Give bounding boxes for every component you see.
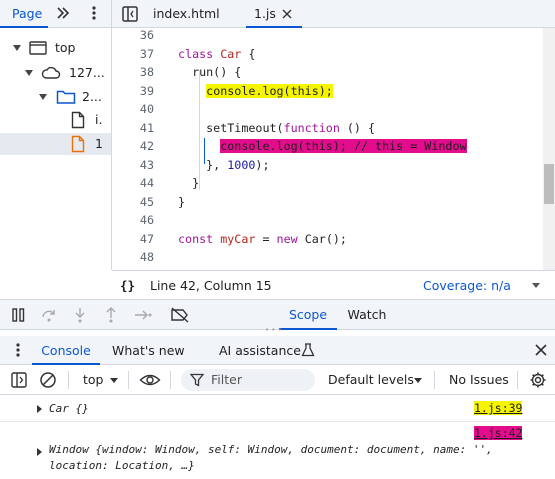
code-line: class Car { bbox=[178, 46, 256, 61]
code-line: console.log(this); bbox=[206, 83, 333, 98]
code-line: }, 1000); bbox=[178, 157, 270, 172]
line-number[interactable]: 44 bbox=[112, 176, 154, 190]
tab-ai-assistance[interactable]: AI assistance bbox=[219, 336, 301, 365]
drawer-menu-icon[interactable] bbox=[10, 342, 26, 361]
log-levels-dropdown[interactable]: Default levels bbox=[328, 372, 414, 387]
console-toolbar: top Filter Default levels No Issues bbox=[0, 365, 555, 395]
line-number[interactable]: 47 bbox=[112, 232, 154, 246]
chevron-down-icon[interactable] bbox=[532, 283, 540, 288]
tree-item-label: 127... bbox=[69, 65, 105, 80]
resize-grip-icon[interactable]: • • • bbox=[265, 326, 282, 334]
scrollbar-thumb[interactable] bbox=[544, 164, 554, 204]
issues-button[interactable]: No Issues bbox=[449, 372, 509, 387]
tab-index-html[interactable]: index.html bbox=[153, 0, 220, 28]
filter-placeholder: Filter bbox=[211, 372, 242, 387]
expand-arrow-icon bbox=[39, 94, 47, 100]
close-drawer-icon[interactable] bbox=[533, 342, 549, 361]
tab-scope[interactable]: Scope bbox=[279, 300, 337, 330]
toolbar-divider bbox=[128, 371, 129, 389]
step-over-icon[interactable] bbox=[40, 306, 58, 327]
line-number[interactable]: 48 bbox=[112, 250, 154, 264]
tree-item-label: i. bbox=[95, 112, 103, 127]
expand-arrow-icon[interactable] bbox=[37, 405, 42, 413]
tree-item-label: top bbox=[55, 40, 76, 55]
deactivate-breakpoints-icon[interactable] bbox=[170, 306, 190, 327]
code-line: run() { bbox=[178, 65, 242, 79]
coverage-link[interactable]: Coverage: n/a bbox=[423, 278, 511, 293]
line-number[interactable]: 38 bbox=[112, 65, 154, 79]
cloud-icon bbox=[41, 65, 61, 88]
debugger-toolbar: Scope Watch • • • bbox=[0, 299, 555, 334]
line-number[interactable]: 36 bbox=[112, 28, 154, 42]
expand-arrow-icon bbox=[25, 70, 33, 76]
toolbar-divider bbox=[170, 371, 171, 389]
message-text: Car {} bbox=[49, 402, 89, 415]
kebab-menu-icon[interactable] bbox=[86, 5, 102, 24]
chevron-down-icon[interactable] bbox=[414, 378, 422, 383]
tree-item-host[interactable]: 127... bbox=[0, 62, 111, 84]
drawer-tab-bar: Console What's new AI assistance bbox=[0, 336, 555, 365]
line-number[interactable]: 43 bbox=[112, 158, 154, 172]
message-divider bbox=[0, 421, 555, 422]
toggle-navigator-icon[interactable] bbox=[121, 5, 139, 26]
tree-item-folder[interactable]: 2... bbox=[0, 86, 111, 108]
tree-item-top[interactable]: top bbox=[0, 37, 111, 59]
clear-console-icon[interactable] bbox=[39, 371, 57, 392]
step-out-icon[interactable] bbox=[102, 306, 120, 327]
toolbar-divider bbox=[434, 371, 435, 389]
code-line: } bbox=[178, 194, 186, 209]
pretty-print-button[interactable]: {} bbox=[120, 278, 135, 293]
tab-console[interactable]: Console bbox=[32, 336, 100, 365]
frame-icon bbox=[29, 40, 47, 63]
tab-1-js-label: 1.js bbox=[254, 6, 276, 21]
code-line: } bbox=[178, 176, 200, 190]
cursor-position: Line 42, Column 15 bbox=[150, 278, 272, 293]
line-number[interactable]: 42 bbox=[112, 139, 154, 153]
message-text: Window {window: Window, self: Window, do… bbox=[49, 443, 493, 456]
editor-status-bar: {} Line 42, Column 15 Coverage: n/a bbox=[112, 270, 555, 299]
filter-input[interactable]: Filter bbox=[181, 369, 315, 391]
code-line: setTimeout(function () { bbox=[178, 120, 376, 135]
console-output: Car {} 1.js:39 1.js:42 Window {window: W… bbox=[0, 396, 555, 479]
line-number[interactable]: 40 bbox=[112, 102, 154, 116]
tree-item-label: 1 bbox=[95, 136, 103, 151]
message-text: location: Location, …} bbox=[49, 459, 195, 472]
step-into-icon[interactable] bbox=[71, 306, 89, 327]
eye-icon[interactable] bbox=[139, 371, 161, 392]
top-tab-bar: Page index.html 1.js bbox=[0, 0, 555, 28]
toolbar-divider bbox=[68, 371, 69, 389]
context-selector[interactable]: top bbox=[83, 372, 103, 387]
tree-item-index-html[interactable]: i. bbox=[0, 109, 111, 131]
line-number[interactable]: 41 bbox=[112, 121, 154, 135]
flask-icon bbox=[300, 342, 316, 361]
tab-page[interactable]: Page bbox=[0, 0, 48, 28]
sidebar-toggle-icon[interactable] bbox=[10, 371, 28, 392]
tree-item-1-js[interactable]: 1 bbox=[0, 133, 111, 155]
code-editor[interactable]: 36 37 38 39 40 41 42 43 44 45 46 47 48 c… bbox=[112, 28, 555, 270]
source-link[interactable]: 1.js:39 bbox=[474, 401, 523, 415]
gear-icon[interactable] bbox=[529, 371, 547, 392]
line-number[interactable]: 46 bbox=[112, 213, 154, 227]
js-file-icon bbox=[71, 135, 85, 160]
tab-1-js[interactable]: 1.js bbox=[246, 0, 302, 28]
expand-arrow-icon[interactable] bbox=[37, 448, 42, 456]
toolbar-divider bbox=[517, 371, 518, 389]
step-icon[interactable] bbox=[133, 306, 153, 327]
tab-whats-new[interactable]: What's new bbox=[112, 336, 185, 365]
filter-icon bbox=[189, 373, 205, 390]
line-number[interactable]: 39 bbox=[112, 84, 154, 98]
pause-icon[interactable] bbox=[10, 306, 28, 327]
more-tabs-chevron-icon[interactable] bbox=[55, 5, 71, 24]
file-navigator: top 127... 2... i. 1 bbox=[0, 28, 111, 270]
chevron-down-icon[interactable] bbox=[110, 378, 118, 383]
tree-item-label: 2... bbox=[82, 89, 102, 104]
code-line: const myCar = new Car(); bbox=[178, 231, 347, 246]
editor-scrollbar[interactable] bbox=[543, 28, 555, 270]
line-number[interactable]: 45 bbox=[112, 195, 154, 209]
source-link[interactable]: 1.js:42 bbox=[474, 426, 523, 440]
tab-watch[interactable]: Watch bbox=[340, 300, 394, 330]
expand-arrow-icon bbox=[13, 45, 21, 51]
line-number[interactable]: 37 bbox=[112, 47, 154, 61]
code-line: console.log(this); // this = Window bbox=[220, 139, 467, 153]
